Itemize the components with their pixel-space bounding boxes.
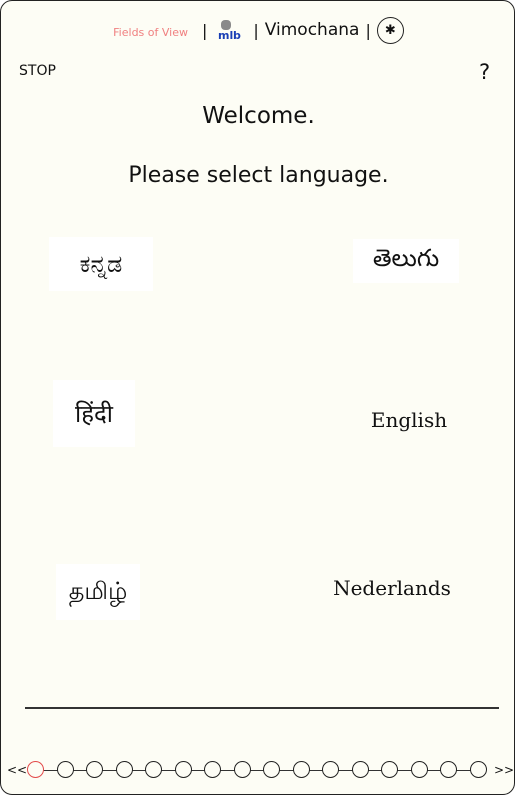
language-prompt: Please select language. (128, 163, 389, 188)
header-separator: | (365, 20, 371, 40)
step-indicator (27, 761, 487, 781)
app-frame: Fields of View | ml b | Vimochana | ✱ ST… (0, 0, 515, 795)
language-option-hindi[interactable]: हिंदी (53, 380, 135, 447)
step-dot[interactable] (263, 761, 280, 778)
welcome-heading: Welcome. (202, 103, 315, 129)
help-button[interactable]: ? (479, 60, 490, 84)
emblem-icon: ✱ (376, 16, 404, 44)
stop-button[interactable]: STOP (19, 63, 56, 79)
step-dot[interactable] (86, 761, 103, 778)
language-option-telugu[interactable]: తెలుగు (353, 239, 459, 283)
next-button[interactable]: >> (494, 763, 514, 777)
step-dot[interactable] (440, 761, 457, 778)
language-option-dutch[interactable]: Nederlands (331, 571, 453, 605)
header-separator: | (201, 20, 208, 40)
svg-text:ml: ml (218, 29, 233, 41)
step-dot[interactable] (204, 761, 221, 778)
language-option-english[interactable]: English (363, 403, 455, 437)
step-dot[interactable] (27, 761, 44, 778)
step-dot[interactable] (351, 761, 369, 778)
step-dot[interactable] (233, 761, 251, 778)
org-name: Vimochana (264, 20, 360, 40)
step-dot[interactable] (56, 761, 74, 778)
language-option-kannada[interactable]: ಕನ್ನಡ (49, 237, 153, 291)
step-dot[interactable] (469, 761, 487, 778)
prev-button[interactable]: << (7, 763, 27, 777)
divider (25, 707, 499, 709)
header-separator: | (253, 20, 259, 40)
step-dot[interactable] (115, 761, 133, 778)
step-dot[interactable] (145, 761, 162, 778)
step-dot[interactable] (322, 761, 339, 778)
svg-text:b: b (233, 29, 241, 41)
fields-of-view-logo: Fields of View (113, 26, 188, 39)
language-option-tamil[interactable]: தமிழ் (56, 564, 140, 620)
mlb-logo: ml b (215, 19, 245, 41)
step-dot[interactable] (381, 761, 398, 778)
step-dot[interactable] (410, 761, 428, 778)
header-bar: Fields of View | ml b | Vimochana | ✱ (1, 16, 514, 44)
step-dot[interactable] (174, 761, 192, 778)
step-dot[interactable] (292, 761, 310, 778)
